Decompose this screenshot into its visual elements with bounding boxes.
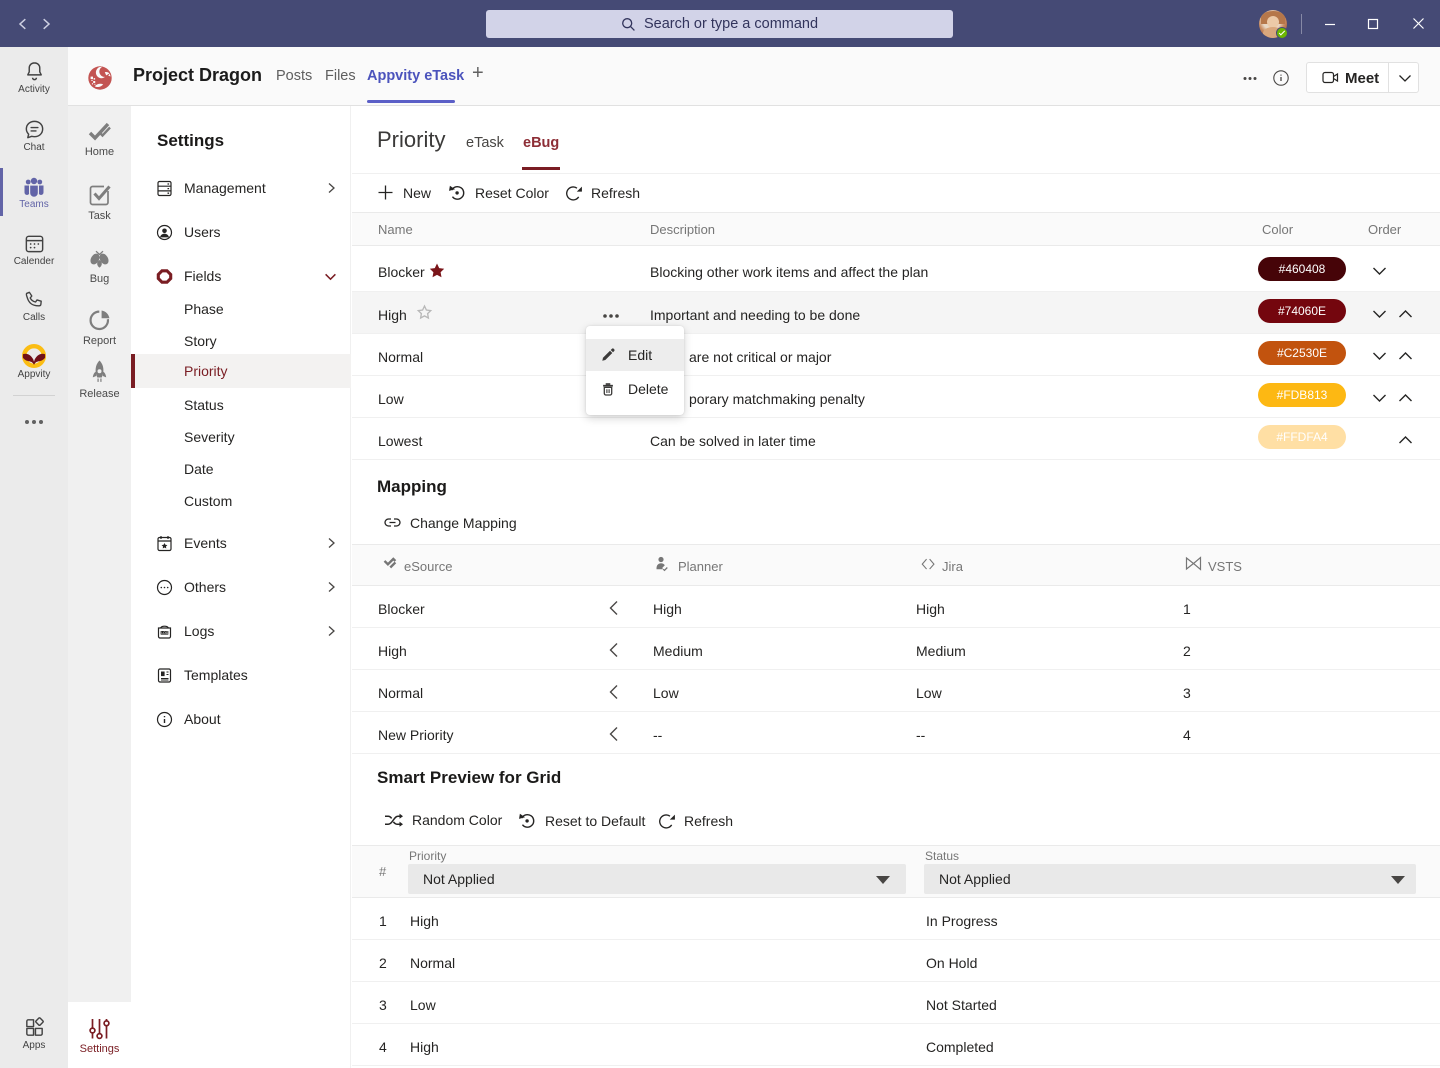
svg-text:LOG: LOG <box>161 631 169 635</box>
